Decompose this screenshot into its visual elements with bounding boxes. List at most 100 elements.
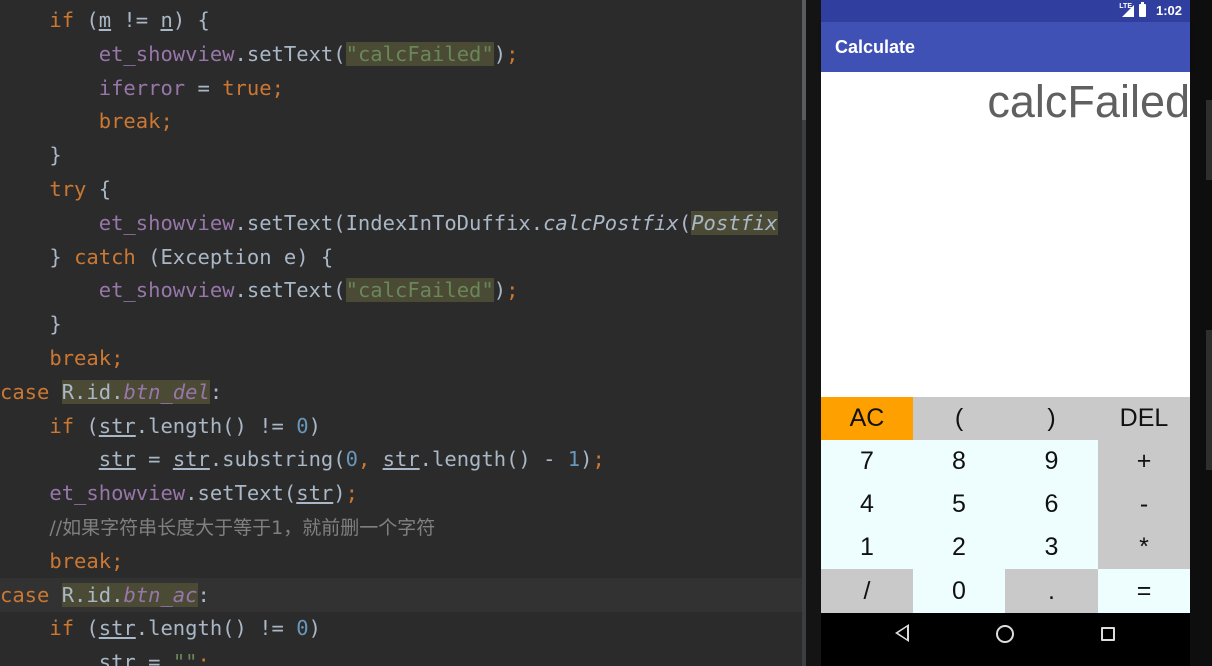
key-open-paren[interactable]: (: [913, 397, 1005, 440]
home-icon[interactable]: [996, 625, 1014, 643]
code-token: ): [493, 41, 507, 66]
code-line[interactable]: case R.id.btn_del:: [0, 375, 806, 409]
recents-icon[interactable]: [1101, 627, 1115, 641]
code-token: "": [172, 650, 198, 666]
code-token: str: [172, 447, 210, 472]
code-line[interactable]: str = "";: [0, 645, 806, 666]
code-line[interactable]: }: [0, 307, 806, 341]
code-line[interactable]: if (str.length() != 0): [0, 611, 806, 645]
phone-screen: LTE 1:02 Calculate calcFailed AC() DEL 7 8 9…: [821, 0, 1190, 666]
code-line[interactable]: break;: [0, 104, 806, 138]
back-icon[interactable]: [895, 624, 909, 642]
calculator-keypad: AC() DEL 7 8 9 +4 5 6- 1 2 3 * /0. =: [821, 397, 1190, 613]
code-token: str: [98, 650, 136, 666]
key-9[interactable]: 9: [1005, 440, 1098, 483]
code-token: btn_ac: [123, 582, 198, 607]
code-token: str: [296, 481, 334, 506]
code-token: str: [382, 447, 420, 472]
key-equals[interactable]: =: [1098, 569, 1190, 613]
code-line[interactable]: } catch (Exception e) {: [0, 240, 806, 274]
code-token: if: [49, 616, 75, 641]
code-token: ): [333, 481, 346, 506]
calculator-display[interactable]: calcFailed: [821, 72, 1190, 397]
code-line[interactable]: et_showview.setText(IndexInToDuffix.calc…: [0, 206, 806, 240]
code-line[interactable]: //如果字符串长度大于等于1，就前删一个字符: [0, 510, 806, 544]
code-token: .setText(: [234, 41, 346, 66]
code-token: n: [160, 8, 173, 32]
key-2[interactable]: 2: [913, 526, 1005, 569]
code-token: Postfix: [691, 210, 778, 235]
display-text: calcFailed: [987, 76, 1190, 127]
key-multiply[interactable]: *: [1098, 526, 1190, 569]
key-ac[interactable]: AC: [821, 397, 913, 440]
code-token: ;: [506, 278, 519, 303]
phone-bezel-left: [806, 0, 821, 666]
code-token: }: [0, 244, 75, 269]
key-0[interactable]: 0: [913, 569, 1005, 613]
key-plus[interactable]: +: [1098, 440, 1190, 483]
code-token: et_showview: [49, 481, 186, 506]
code-line[interactable]: iferror = true;: [0, 71, 806, 105]
code-line[interactable]: et_showview.setText(str);: [0, 476, 806, 510]
code-token: ;: [271, 75, 284, 100]
key-8[interactable]: 8: [913, 440, 1005, 483]
code-token: (: [678, 210, 692, 235]
code-token: case: [0, 379, 50, 404]
code-token: ): [493, 278, 507, 303]
code-line[interactable]: et_showview.setText("calcFailed");: [0, 273, 806, 307]
code-line[interactable]: break;: [0, 341, 806, 375]
code-token: :: [209, 379, 223, 404]
code-token: .length() !=: [135, 413, 297, 438]
key-5[interactable]: 5: [913, 483, 1005, 526]
code-token: try: [49, 177, 87, 201]
code-line[interactable]: if (str.length() != 0): [0, 409, 806, 443]
key-dot[interactable]: .: [1005, 569, 1098, 613]
code-token: str: [98, 447, 136, 472]
code-token: !=: [111, 8, 161, 32]
code-token: case: [0, 582, 50, 607]
code-token: et_showview: [98, 210, 235, 235]
code-token: ,: [357, 447, 383, 472]
key-6[interactable]: 6: [1005, 483, 1098, 526]
code-token: R.id.: [61, 582, 124, 607]
key-del[interactable]: DEL: [1098, 397, 1190, 440]
code-token: ;: [111, 548, 124, 573]
code-token: "calcFailed": [345, 278, 494, 303]
phone-power-button[interactable]: [1206, 100, 1212, 180]
code-token: str: [98, 413, 136, 438]
key-3[interactable]: 3: [1005, 526, 1098, 569]
code-token: 0: [345, 447, 358, 472]
code-token: 1: [567, 447, 581, 472]
code-line[interactable]: break;: [0, 544, 806, 578]
code-line[interactable]: if (m != n) {: [0, 3, 806, 37]
code-line[interactable]: str = str.substring(0, str.length() - 1)…: [0, 442, 806, 476]
status-time: 1:02: [1155, 3, 1182, 18]
code-token: :: [197, 582, 210, 607]
code-token: .substring(: [209, 447, 346, 472]
code-line[interactable]: case R.id.btn_ac:: [0, 577, 806, 612]
key-minus[interactable]: -: [1098, 483, 1190, 526]
code-editor[interactable]: if (m != n) { et_showview.setText("calcF…: [0, 0, 806, 666]
key-4[interactable]: 4: [821, 483, 913, 526]
code-token: break: [49, 346, 112, 370]
code-token: "calcFailed": [345, 41, 494, 66]
phone-volume-button[interactable]: [1206, 330, 1212, 470]
key-1[interactable]: 1: [821, 526, 913, 569]
key-7[interactable]: 7: [821, 440, 913, 483]
code-line[interactable]: et_showview.setText("calcFailed");: [0, 37, 806, 71]
key-divide[interactable]: /: [821, 569, 913, 613]
key-close-paren[interactable]: ): [1005, 397, 1098, 440]
code-line[interactable]: }: [0, 138, 806, 172]
code-line[interactable]: try {: [0, 172, 806, 206]
code-token: .length() !=: [135, 616, 297, 641]
code-token: ): [580, 447, 593, 472]
app-title: Calculate: [835, 37, 916, 57]
code-token: et_showview: [98, 41, 235, 66]
